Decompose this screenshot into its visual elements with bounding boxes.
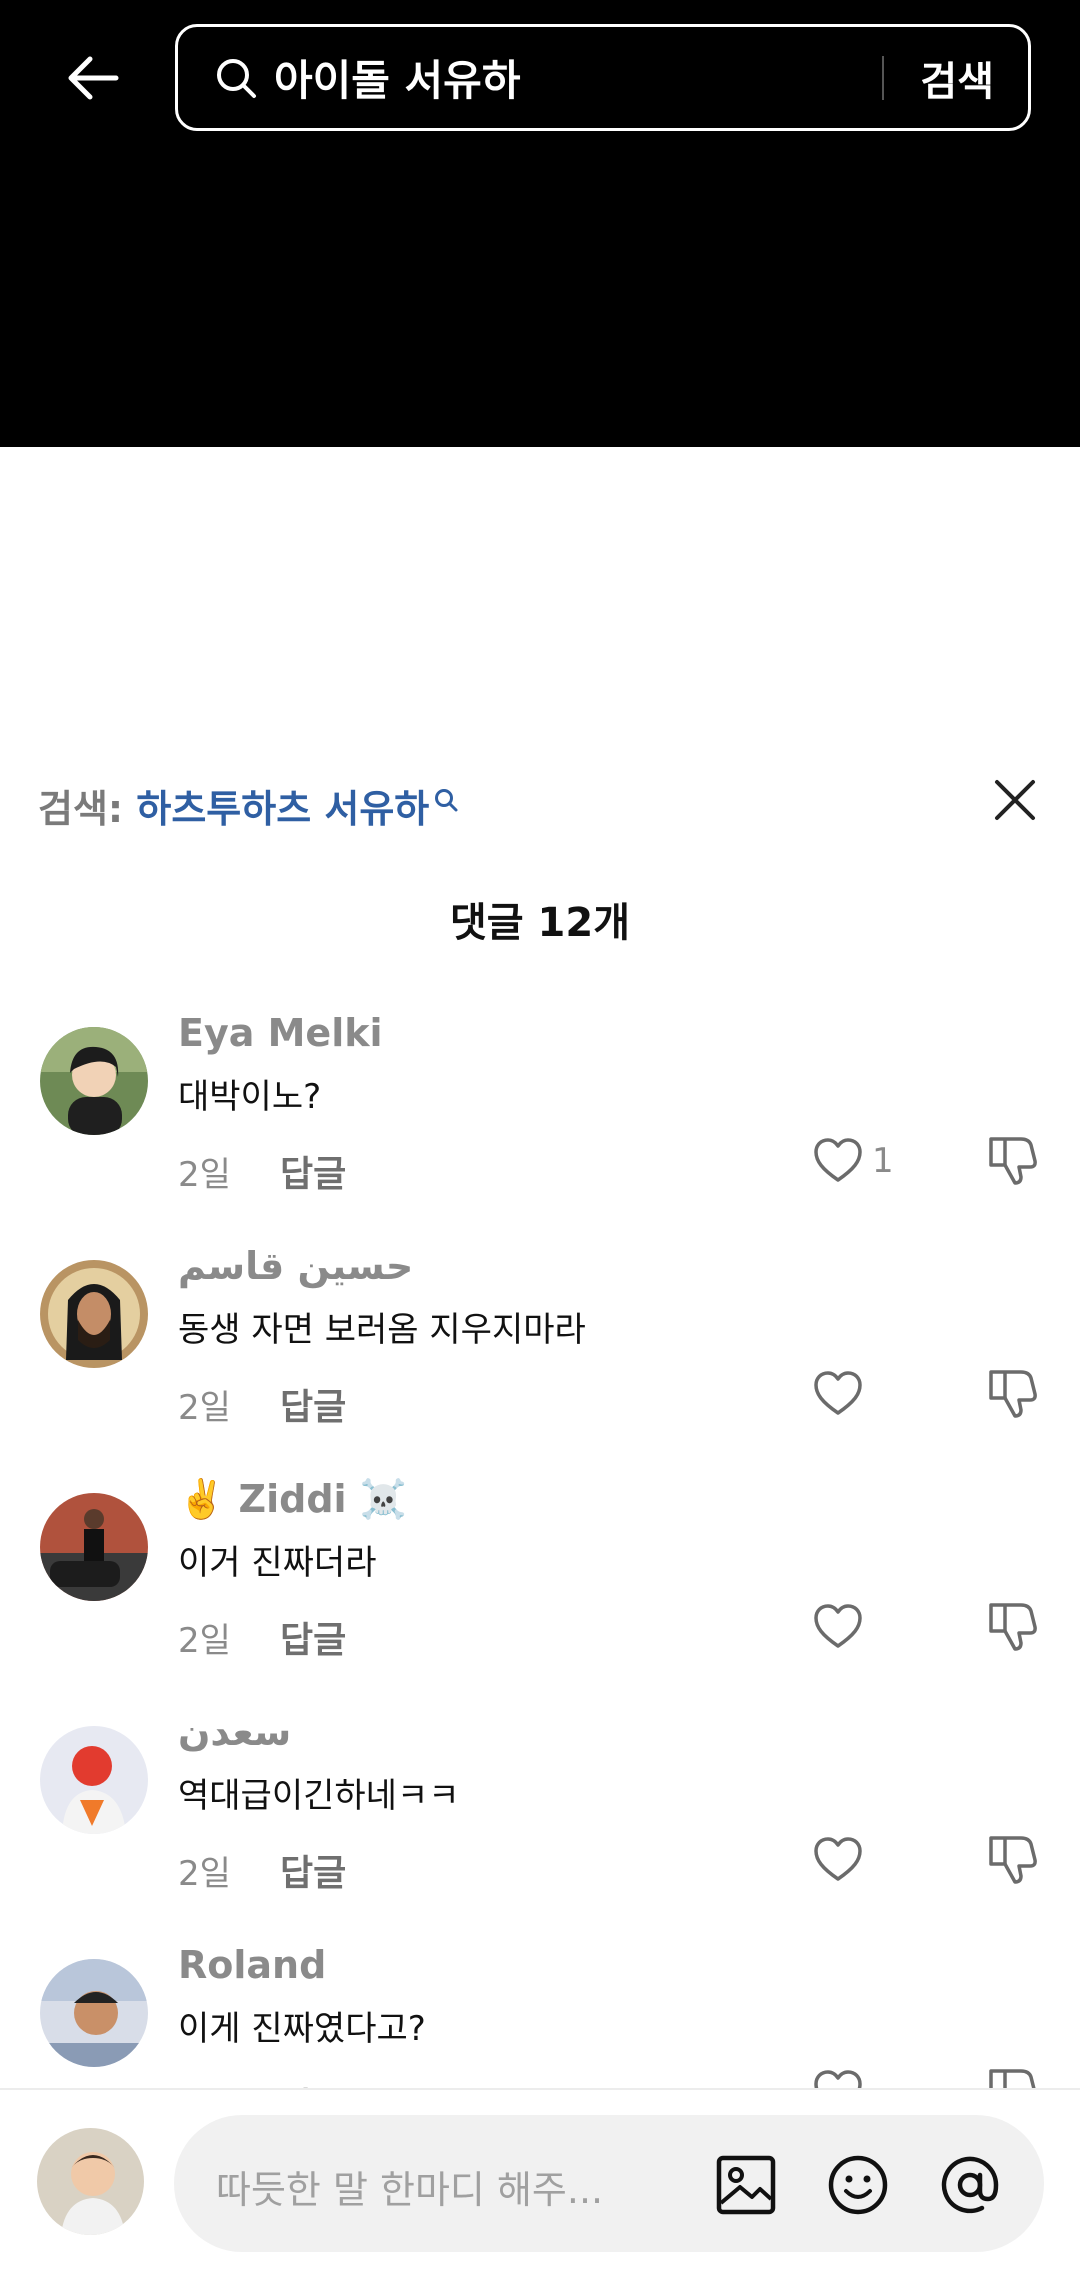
reply-button[interactable]: 답글: [280, 1378, 346, 1430]
image-icon[interactable]: [714, 2153, 778, 2217]
at-sign-icon[interactable]: [938, 2153, 1002, 2217]
my-avatar[interactable]: [37, 2128, 144, 2235]
comments-sheet-header: 검색: 하츠투하츠 서유하: [0, 760, 1080, 860]
comment-item: Eya Melki 대박이노? 2일 답글 1: [0, 1005, 1080, 1238]
like-button[interactable]: [812, 2063, 872, 2088]
comment-username[interactable]: حسين قاسم: [178, 1244, 413, 1288]
comment-text: 역대급이긴하네ㅋㅋ: [178, 1776, 460, 1816]
suggestion-prefix: 검색:: [38, 787, 137, 831]
heart-outline-icon: [814, 1371, 862, 1415]
heart-outline-icon: [814, 1138, 862, 1182]
comment-item: Roland 이게 진짜였다고? 2일 답글: [0, 1937, 1080, 2088]
search-divider: [882, 55, 885, 100]
like-button[interactable]: 1: [812, 1131, 894, 1191]
top-bar: 아이돌 서유하 검색: [0, 0, 1080, 447]
reply-button[interactable]: 답글: [280, 1145, 346, 1197]
thumbs-down-icon: [989, 1836, 1037, 1884]
comment-item: سعدن 역대급이긴하네ㅋㅋ 2일 답글: [0, 1704, 1080, 1937]
avatar[interactable]: [40, 1959, 148, 2067]
comment-list[interactable]: Eya Melki 대박이노? 2일 답글 1 حسين قاسم 동생 자면 …: [0, 1005, 1080, 2088]
arrow-left-icon: [68, 56, 118, 99]
search-bar[interactable]: 아이돌 서유하 검색: [175, 24, 1031, 131]
dislike-button[interactable]: [985, 1597, 1045, 1657]
comment-date: 2일: [178, 1621, 231, 1661]
comment-date: 2일: [178, 1854, 231, 1894]
thumbs-down-icon: [989, 1370, 1037, 1418]
avatar[interactable]: [40, 1260, 148, 1368]
magnifier-icon: [212, 54, 260, 102]
smiley-icon[interactable]: [826, 2153, 890, 2217]
comment-username[interactable]: سعدن: [178, 1710, 291, 1754]
comment-text: 동생 자면 보러옴 지우지마라: [178, 1310, 586, 1350]
comment-input-placeholder: 따듯한 말 한마디 해주...: [216, 2168, 604, 2212]
thumbs-down-icon: [989, 2069, 1036, 2088]
like-count: 1: [872, 1141, 894, 1181]
close-icon: [995, 780, 1035, 820]
heart-outline-icon: [814, 1837, 862, 1881]
comment-username[interactable]: Eya Melki: [178, 1011, 383, 1055]
heart-outline-icon: [814, 2070, 862, 2088]
comment-input[interactable]: 따듯한 말 한마디 해주...: [174, 2115, 1044, 2252]
back-button[interactable]: [55, 40, 130, 115]
heart-outline-icon: [814, 1604, 862, 1648]
avatar[interactable]: [40, 1493, 148, 1601]
search-input[interactable]: 아이돌 서유하: [274, 47, 882, 108]
comment-username[interactable]: ✌️ Ziddi ☠️: [178, 1477, 407, 1522]
comment-date: 2일: [178, 2079, 231, 2088]
thumbs-down-icon: [989, 1137, 1037, 1185]
dislike-button[interactable]: [985, 1131, 1045, 1191]
search-suggestion[interactable]: 검색: 하츠투하츠 서유하: [38, 778, 459, 833]
suggestion-term[interactable]: 하츠투하츠 서유하: [136, 787, 429, 831]
comment-text: 이게 진짜였다고?: [178, 2009, 426, 2049]
dislike-button[interactable]: [985, 1364, 1045, 1424]
like-button[interactable]: [812, 1364, 872, 1424]
dislike-button[interactable]: [985, 1830, 1045, 1890]
comment-text: 대박이노?: [178, 1077, 322, 1117]
suggestion-search-icon: [433, 778, 459, 822]
dislike-button[interactable]: [985, 2063, 1045, 2088]
like-button[interactable]: [812, 1830, 872, 1890]
reply-button[interactable]: 답글: [280, 1611, 346, 1663]
comment-item: حسين قاسم 동생 자면 보러옴 지우지마라 2일 답글: [0, 1238, 1080, 1471]
comment-date: 2일: [178, 1388, 231, 1428]
close-button[interactable]: [985, 770, 1045, 830]
comments-count-title: 댓글 12개: [450, 900, 630, 946]
video-area: [0, 447, 1080, 747]
comment-date: 2일: [178, 1155, 231, 1195]
comment-item: ✌️ Ziddi ☠️ 이거 진짜더라 2일 답글: [0, 1471, 1080, 1704]
reply-button[interactable]: 답글: [280, 1844, 346, 1896]
reply-button[interactable]: 답글: [280, 2077, 346, 2088]
comment-text: 이거 진짜더라: [178, 1543, 377, 1583]
comment-username[interactable]: Roland: [178, 1943, 326, 1987]
comment-composer: 따듯한 말 한마디 해주...: [0, 2088, 1080, 2275]
avatar[interactable]: [40, 1027, 148, 1135]
thumbs-down-icon: [989, 1603, 1037, 1651]
like-button[interactable]: [812, 1597, 872, 1657]
search-submit-button[interactable]: 검색: [920, 49, 994, 107]
avatar[interactable]: [40, 1726, 148, 1834]
